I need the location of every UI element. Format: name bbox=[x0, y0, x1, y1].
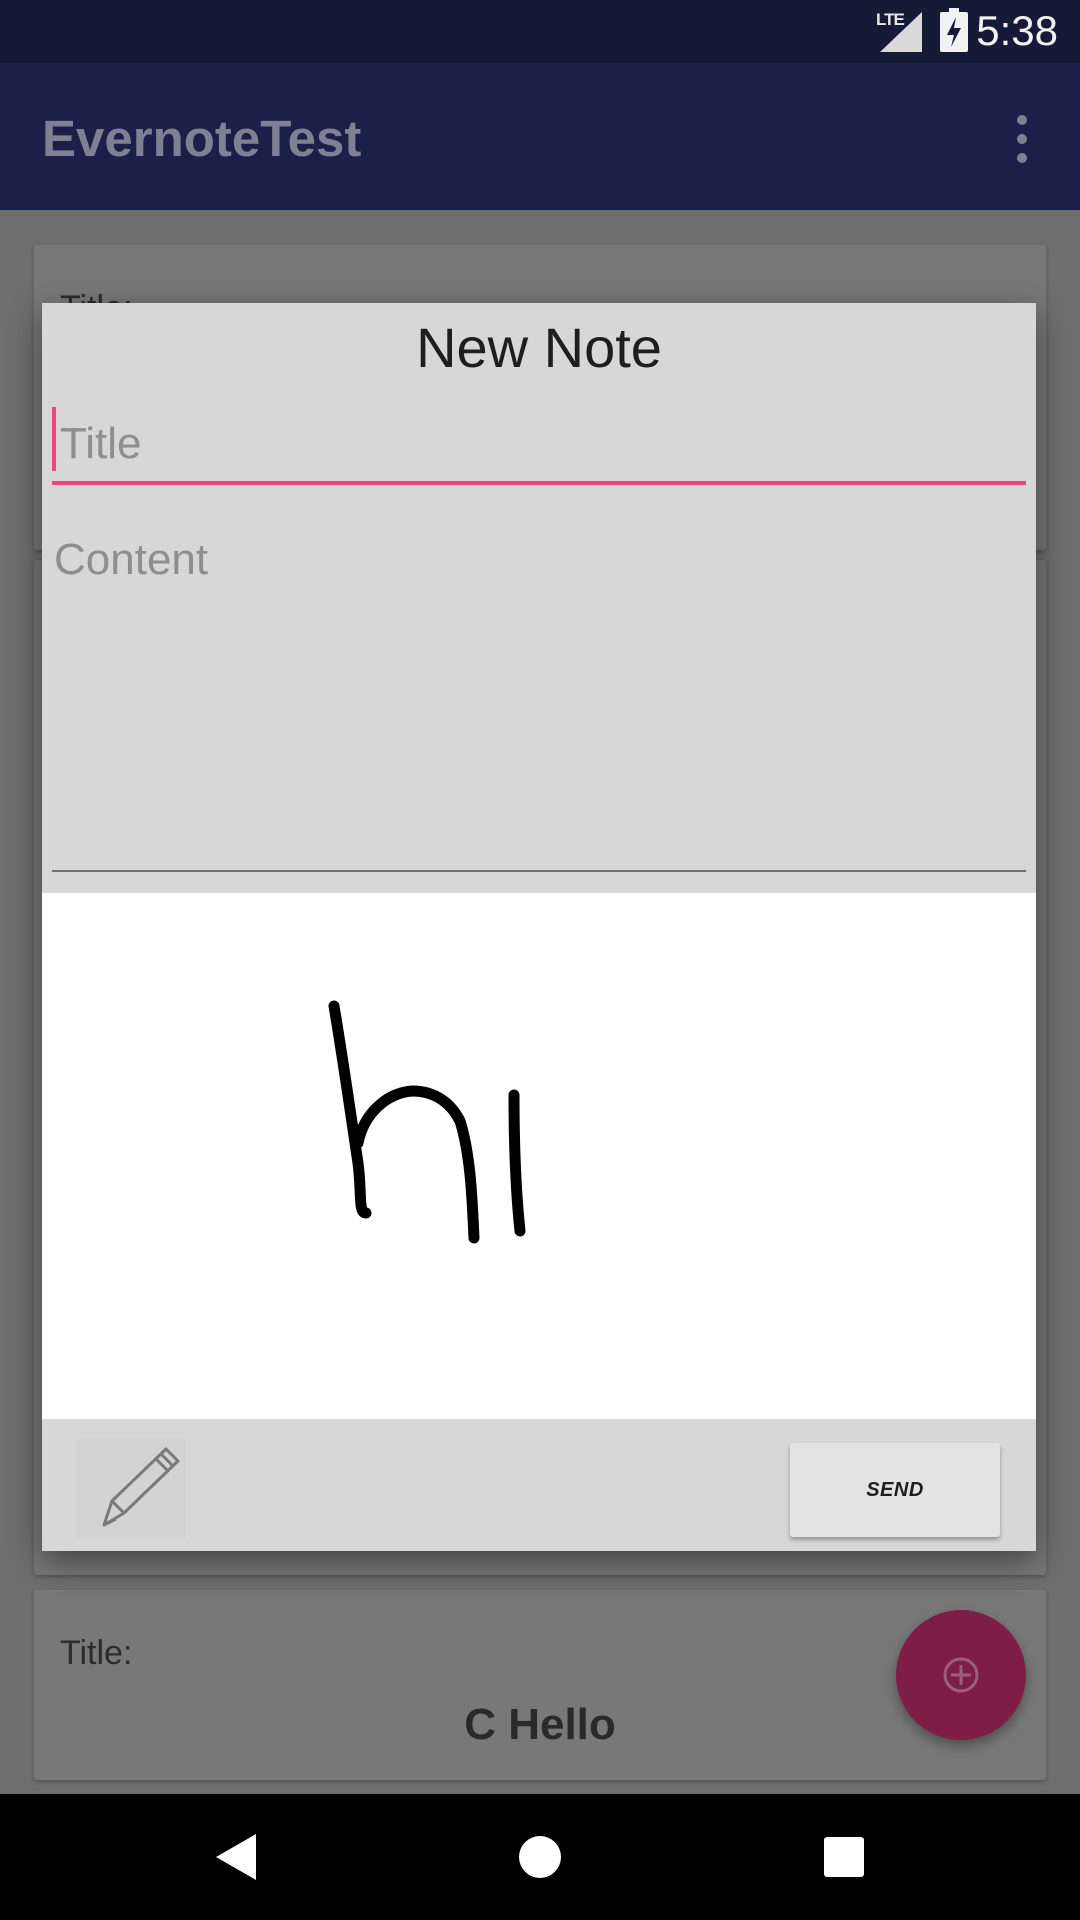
text-cursor bbox=[52, 407, 56, 471]
back-icon[interactable] bbox=[214, 1834, 258, 1880]
title-input[interactable] bbox=[52, 407, 1026, 485]
app-title: EvernoteTest bbox=[42, 110, 362, 167]
add-circle-icon bbox=[943, 1657, 979, 1693]
overflow-menu-icon[interactable] bbox=[1012, 115, 1032, 175]
pencil-icon bbox=[102, 1447, 180, 1527]
battery-charging-icon bbox=[940, 8, 968, 52]
recents-icon[interactable] bbox=[823, 1836, 865, 1878]
clock: 5:38 bbox=[976, 7, 1058, 54]
handwriting-strokes bbox=[328, 1000, 526, 1244]
note-heading: C Hello bbox=[464, 1700, 616, 1749]
send-button[interactable]: SEND bbox=[790, 1443, 1000, 1537]
note-card[interactable]: Title: C Hello bbox=[34, 1590, 1046, 1780]
dialog-actions: SEND bbox=[42, 1419, 1036, 1551]
app-bar: EvernoteTest bbox=[0, 63, 1080, 210]
add-note-button[interactable] bbox=[896, 1610, 1026, 1740]
navigation-bar bbox=[0, 1794, 1080, 1920]
drawing-canvas[interactable] bbox=[42, 893, 1036, 1419]
dialog-title: New Note bbox=[416, 316, 662, 379]
signal-icon bbox=[880, 12, 922, 52]
home-icon[interactable] bbox=[518, 1835, 562, 1879]
status-bar: LTE 5:38 bbox=[0, 0, 1080, 63]
note-title-label: Title: bbox=[60, 1634, 133, 1672]
content-input[interactable] bbox=[52, 523, 1026, 872]
pencil-button[interactable] bbox=[76, 1439, 186, 1539]
new-note-dialog: New Note SEND bbox=[42, 303, 1036, 1551]
